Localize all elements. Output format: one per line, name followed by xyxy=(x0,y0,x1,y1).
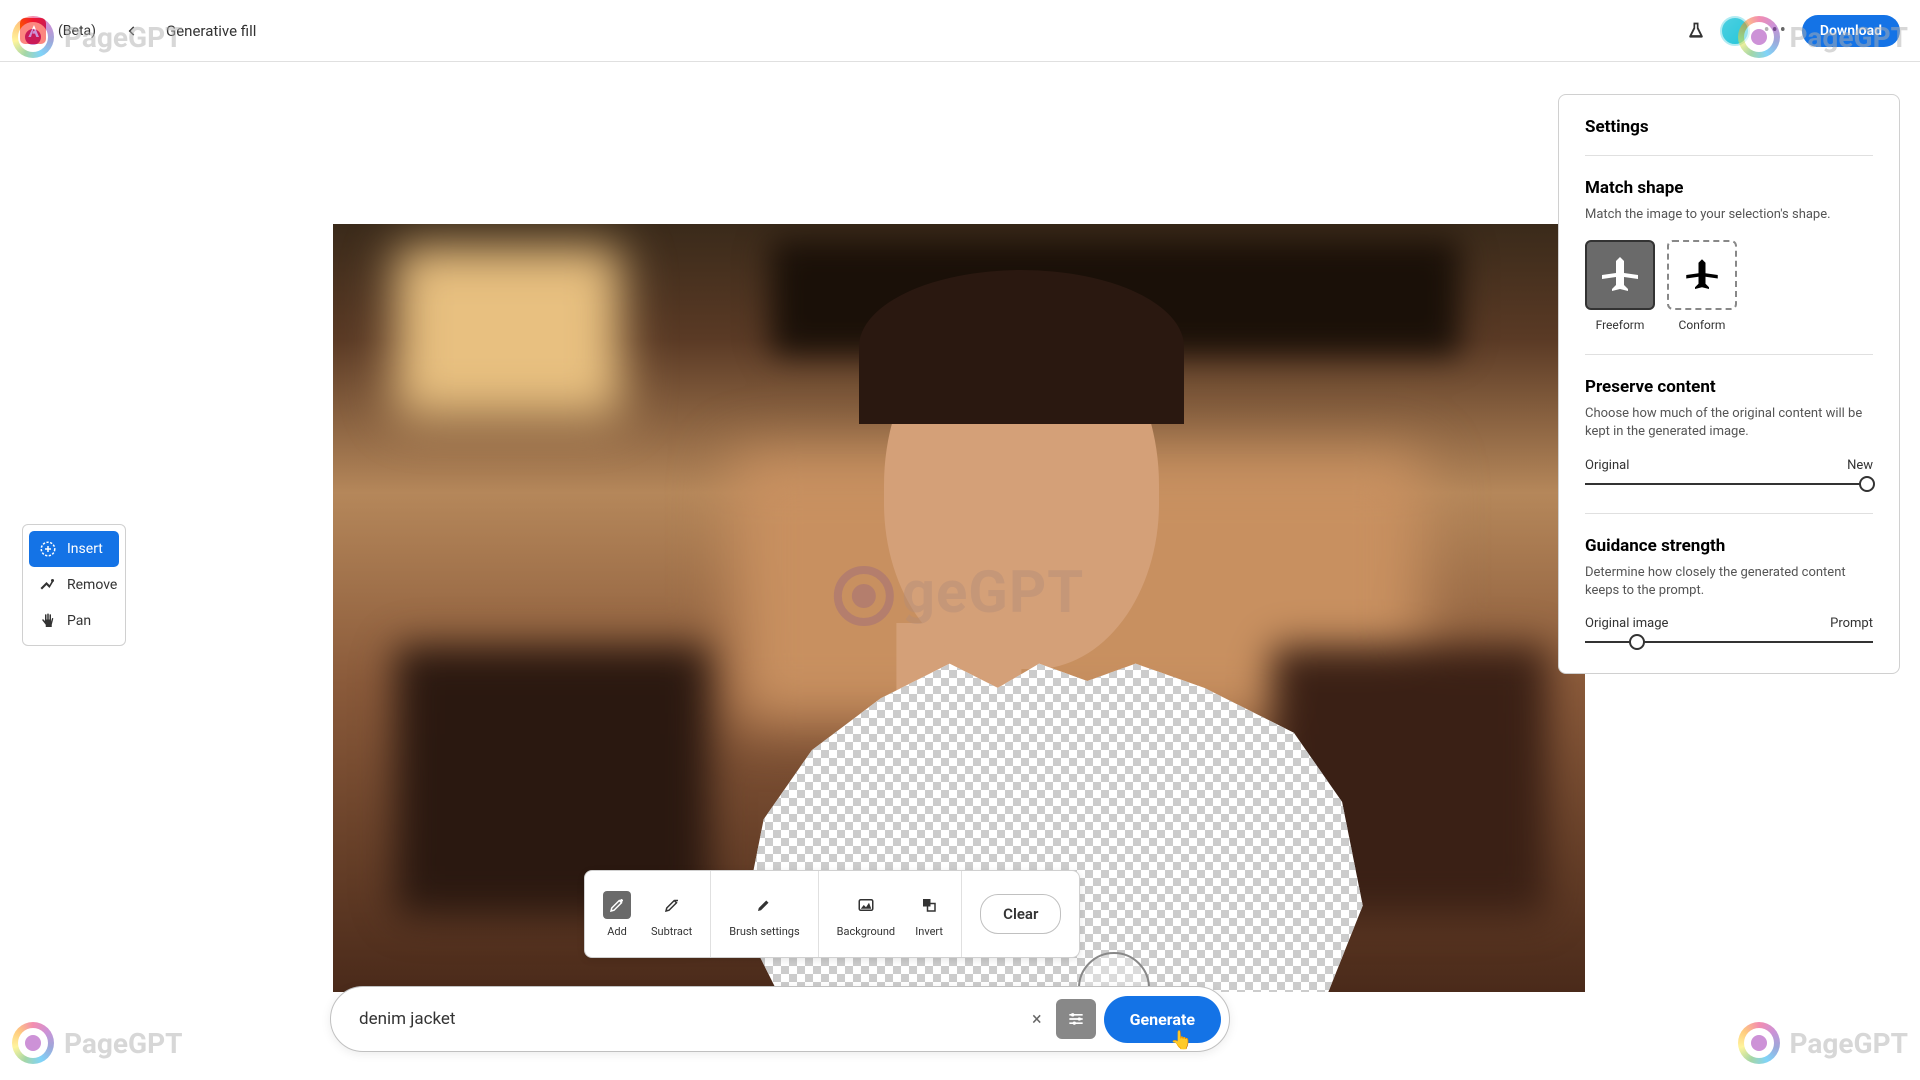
header-right: ••• Download xyxy=(1686,15,1900,47)
brush-invert-label: Invert xyxy=(915,925,943,938)
preserve-title: Preserve content xyxy=(1585,377,1873,397)
insert-icon xyxy=(39,540,57,558)
tool-remove[interactable]: Remove xyxy=(29,567,119,603)
brush-add[interactable]: Add xyxy=(593,885,641,944)
divider xyxy=(1585,513,1873,514)
settings-panel: Settings Match shape Match the image to … xyxy=(1558,94,1900,674)
brush-settings[interactable]: Brush settings xyxy=(719,885,809,944)
prompt-settings-button[interactable] xyxy=(1056,999,1096,1039)
page-title: Generative fill xyxy=(166,22,256,40)
preserve-slider[interactable] xyxy=(1585,483,1873,485)
left-toolbar: Insert Remove Pan xyxy=(22,524,126,646)
guidance-right-label: Prompt xyxy=(1830,616,1873,631)
beta-label: (Beta) xyxy=(58,23,96,39)
sliders-icon xyxy=(1066,1009,1086,1029)
prompt-bar: × Generate xyxy=(330,986,1230,1052)
watermark-corner: PageGPT xyxy=(12,1022,182,1064)
more-menu-button[interactable]: ••• xyxy=(1764,20,1788,41)
adobe-logo-icon xyxy=(20,18,46,44)
divider xyxy=(1585,155,1873,156)
brush-background[interactable]: Background xyxy=(827,885,905,944)
brush-background-label: Background xyxy=(837,925,895,938)
shape-freeform-label: Freeform xyxy=(1596,318,1645,332)
brush-subtract-icon xyxy=(663,896,681,914)
guidance-title: Guidance strength xyxy=(1585,536,1873,556)
preserve-slider-thumb[interactable] xyxy=(1859,476,1875,492)
guidance-desc: Determine how closely the generated cont… xyxy=(1585,564,1873,600)
brush-toolbar: Add Subtract Brush settings Background I… xyxy=(584,870,1080,958)
generate-button[interactable]: Generate xyxy=(1104,996,1221,1043)
brush-invert[interactable]: Invert xyxy=(905,885,953,944)
shape-options: Freeform Conform xyxy=(1585,240,1873,332)
brush-settings-icon xyxy=(755,896,773,914)
guidance-left-label: Original image xyxy=(1585,616,1668,631)
tool-pan[interactable]: Pan xyxy=(29,603,119,639)
tool-remove-label: Remove xyxy=(67,577,117,593)
brush-add-icon xyxy=(608,896,626,914)
shape-conform-label: Conform xyxy=(1679,318,1726,332)
airplane-icon xyxy=(1681,254,1723,296)
shape-conform[interactable]: Conform xyxy=(1667,240,1737,332)
app-header: (Beta) Generative fill ••• Download xyxy=(0,0,1920,62)
watermark-corner: PageGPT xyxy=(1738,1022,1908,1064)
airplane-icon xyxy=(1596,251,1644,299)
tool-insert[interactable]: Insert xyxy=(29,531,119,567)
settings-title: Settings xyxy=(1585,117,1873,137)
user-avatar[interactable] xyxy=(1720,16,1750,46)
shape-freeform[interactable]: Freeform xyxy=(1585,240,1655,332)
prompt-input[interactable] xyxy=(359,1009,1018,1029)
match-shape-desc: Match the image to your selection's shap… xyxy=(1585,206,1873,224)
beaker-icon[interactable] xyxy=(1686,21,1706,41)
remove-icon xyxy=(39,576,57,594)
background-icon xyxy=(857,896,875,914)
clear-prompt-button[interactable]: × xyxy=(1018,1009,1056,1030)
invert-icon xyxy=(920,896,938,914)
download-button[interactable]: Download xyxy=(1802,15,1900,47)
guidance-slider[interactable] xyxy=(1585,641,1873,643)
brush-add-label: Add xyxy=(607,925,627,938)
guidance-slider-labels: Original image Prompt xyxy=(1585,616,1873,631)
guidance-slider-thumb[interactable] xyxy=(1629,634,1645,650)
main-area: Insert Remove Pan geGPT xyxy=(0,62,1920,1080)
back-button[interactable] xyxy=(118,17,146,45)
brush-settings-label: Brush settings xyxy=(729,925,799,938)
header-left: (Beta) Generative fill xyxy=(20,17,256,45)
brush-subtract[interactable]: Subtract xyxy=(641,885,702,944)
preserve-right-label: New xyxy=(1847,458,1873,473)
chevron-left-icon xyxy=(125,24,139,38)
brush-subtract-label: Subtract xyxy=(651,925,692,938)
match-shape-title: Match shape xyxy=(1585,178,1873,198)
preserve-left-label: Original xyxy=(1585,458,1629,473)
divider xyxy=(1585,354,1873,355)
tool-pan-label: Pan xyxy=(67,613,91,629)
preserve-desc: Choose how much of the original content … xyxy=(1585,405,1873,441)
preserve-slider-labels: Original New xyxy=(1585,458,1873,473)
tool-insert-label: Insert xyxy=(67,541,103,557)
clear-button[interactable]: Clear xyxy=(980,894,1061,934)
pan-hand-icon xyxy=(39,612,57,630)
